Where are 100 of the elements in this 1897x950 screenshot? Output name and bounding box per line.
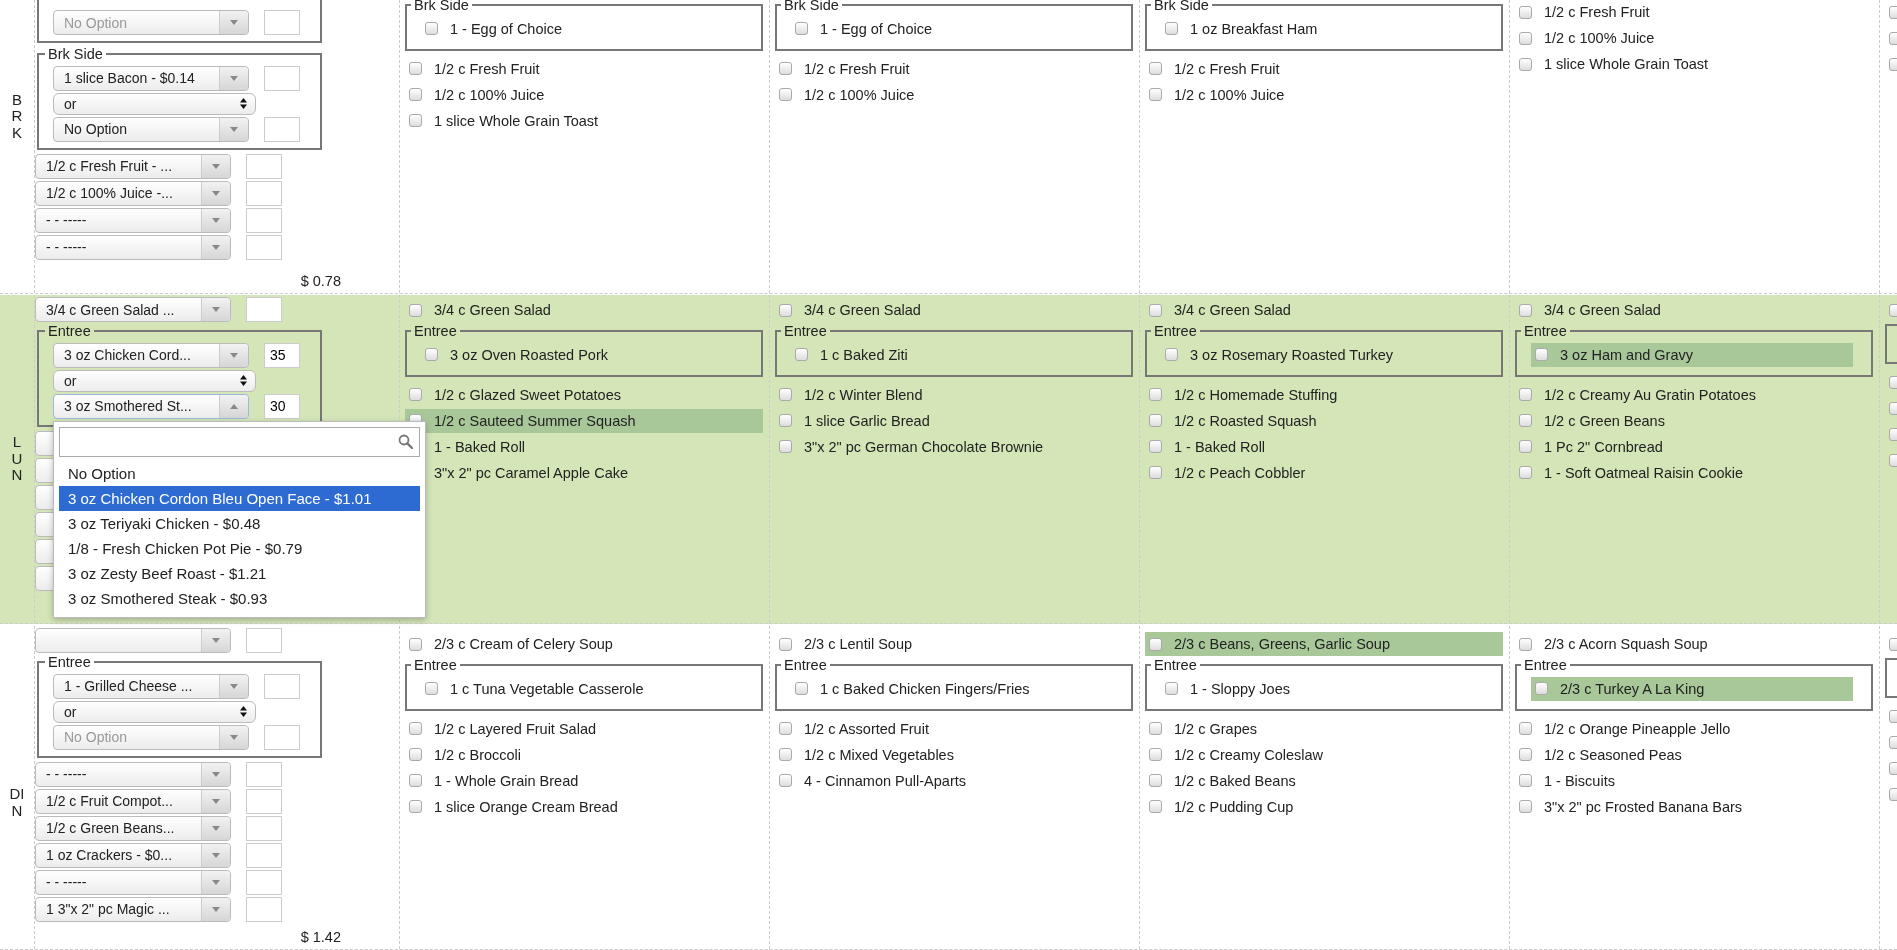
quantity-field[interactable] <box>264 10 300 35</box>
checkbox[interactable] <box>425 682 438 695</box>
checkbox[interactable] <box>1149 800 1162 813</box>
quantity-field[interactable] <box>246 761 282 787</box>
quantity-field[interactable] <box>246 180 282 206</box>
quantity-field[interactable] <box>246 896 282 922</box>
quantity-field[interactable] <box>246 788 282 814</box>
checkbox[interactable] <box>409 388 422 401</box>
checkbox[interactable] <box>795 348 808 361</box>
dropdown-option[interactable]: 3 oz Teriyaki Chicken - $0.48 <box>59 510 420 536</box>
dropdown-select[interactable]: 1 slice Bacon - $0.14 <box>53 65 249 91</box>
checkbox[interactable] <box>779 303 792 317</box>
checkbox[interactable] <box>409 774 422 787</box>
checkbox[interactable] <box>1519 31 1532 45</box>
checkbox[interactable] <box>409 88 422 101</box>
dropdown-select[interactable] <box>35 628 231 653</box>
dropdown-select[interactable]: - - ----- <box>35 761 231 787</box>
checkbox[interactable] <box>1165 22 1178 35</box>
checkbox[interactable] <box>1519 466 1532 479</box>
dropdown-select[interactable]: 1/2 c Fruit Compot... <box>35 788 231 814</box>
quantity-field[interactable] <box>264 65 300 91</box>
checkbox[interactable] <box>1165 348 1178 361</box>
quantity-field[interactable] <box>246 207 282 233</box>
checkbox[interactable] <box>1519 722 1532 735</box>
quantity-field[interactable] <box>246 234 282 260</box>
checkbox[interactable] <box>1149 748 1162 761</box>
dropdown-select[interactable]: 1/2 c Fresh Fruit - ... <box>35 153 231 179</box>
connector-select[interactable]: or <box>53 369 256 392</box>
checkbox[interactable] <box>409 114 422 127</box>
dropdown-option[interactable]: 3 oz Chicken Cordon Bleu Open Face - $1.01 <box>59 485 420 511</box>
dropdown-select[interactable]: 1/2 c 100% Juice -... <box>35 180 231 206</box>
checkbox[interactable] <box>779 388 792 401</box>
quantity-field[interactable] <box>246 842 282 868</box>
dropdown-select[interactable]: 1/2 c Green Beans... <box>35 815 231 841</box>
checkbox[interactable] <box>1535 348 1548 361</box>
checkbox[interactable] <box>1519 388 1532 401</box>
checkbox[interactable] <box>1149 88 1162 101</box>
checkbox[interactable] <box>1519 800 1532 813</box>
checkbox[interactable] <box>1149 637 1162 651</box>
checkbox[interactable] <box>779 88 792 101</box>
checkbox[interactable] <box>1149 440 1162 453</box>
quantity-field[interactable] <box>246 869 282 895</box>
dropdown-option[interactable]: 1/8 - Fresh Chicken Pot Pie - $0.79 <box>59 535 420 561</box>
checkbox[interactable] <box>779 637 792 651</box>
checkbox[interactable] <box>1519 440 1532 453</box>
quantity-field[interactable] <box>264 673 300 699</box>
checkbox[interactable] <box>1519 414 1532 427</box>
dropdown-select[interactable]: 1 - Grilled Cheese ... <box>53 673 249 699</box>
quantity-field[interactable]: 30 <box>264 393 300 419</box>
connector-select[interactable]: or <box>53 700 256 723</box>
checkbox[interactable] <box>425 22 438 35</box>
checkbox[interactable] <box>1535 682 1548 695</box>
checkbox[interactable] <box>1519 5 1532 19</box>
checkbox[interactable] <box>795 22 808 35</box>
checkbox[interactable] <box>409 303 422 317</box>
quantity-field[interactable] <box>264 116 300 142</box>
dropdown-select[interactable]: - - ----- <box>35 869 231 895</box>
dropdown-select[interactable]: - - ----- <box>35 207 231 233</box>
dropdown-option[interactable]: 3 oz Zesty Beef Roast - $1.21 <box>59 560 420 586</box>
checkbox[interactable] <box>779 774 792 787</box>
dropdown-select[interactable]: 3/4 c Green Salad ... <box>35 297 231 322</box>
checkbox[interactable] <box>1149 62 1162 75</box>
checkbox[interactable] <box>409 722 422 735</box>
checkbox[interactable] <box>1149 774 1162 787</box>
checkbox[interactable] <box>1519 57 1532 71</box>
dropdown-select[interactable]: 1 oz Crackers - $0... <box>35 842 231 868</box>
checkbox[interactable] <box>1519 748 1532 761</box>
checkbox[interactable] <box>1519 637 1532 651</box>
checkbox[interactable] <box>1165 682 1178 695</box>
checkbox[interactable] <box>795 682 808 695</box>
dropdown-select[interactable]: 3 oz Chicken Cord... <box>53 342 249 368</box>
checkbox[interactable] <box>779 722 792 735</box>
dropdown-select[interactable]: 1 3"x 2" pc Magic ... <box>35 896 231 922</box>
checkbox[interactable] <box>1149 303 1162 317</box>
quantity-field[interactable] <box>246 297 282 322</box>
checkbox[interactable] <box>425 348 438 361</box>
checkbox[interactable] <box>409 637 422 651</box>
quantity-field[interactable] <box>264 724 300 750</box>
dropdown-select[interactable]: - - ----- <box>35 234 231 260</box>
checkbox[interactable] <box>1149 722 1162 735</box>
connector-select[interactable]: or <box>53 92 256 115</box>
checkbox[interactable] <box>1519 774 1532 787</box>
checkbox[interactable] <box>409 800 422 813</box>
checkbox[interactable] <box>409 62 422 75</box>
checkbox[interactable] <box>779 748 792 761</box>
checkbox[interactable] <box>1149 414 1162 427</box>
checkbox[interactable] <box>779 440 792 453</box>
checkbox[interactable] <box>1519 303 1532 317</box>
checkbox[interactable] <box>1149 388 1162 401</box>
search-field[interactable] <box>59 426 420 457</box>
quantity-field[interactable] <box>246 628 282 653</box>
dropdown-select[interactable]: No Option <box>53 116 249 142</box>
quantity-field[interactable] <box>246 153 282 179</box>
quantity-field[interactable]: 35 <box>264 342 300 368</box>
checkbox[interactable] <box>779 414 792 427</box>
quantity-field[interactable] <box>246 815 282 841</box>
dropdown-select[interactable]: 3 oz Smothered St... <box>53 393 249 419</box>
checkbox[interactable] <box>409 748 422 761</box>
dropdown-option[interactable]: No Option <box>59 460 420 486</box>
dropdown-option[interactable]: 3 oz Smothered Steak - $0.93 <box>59 585 420 611</box>
